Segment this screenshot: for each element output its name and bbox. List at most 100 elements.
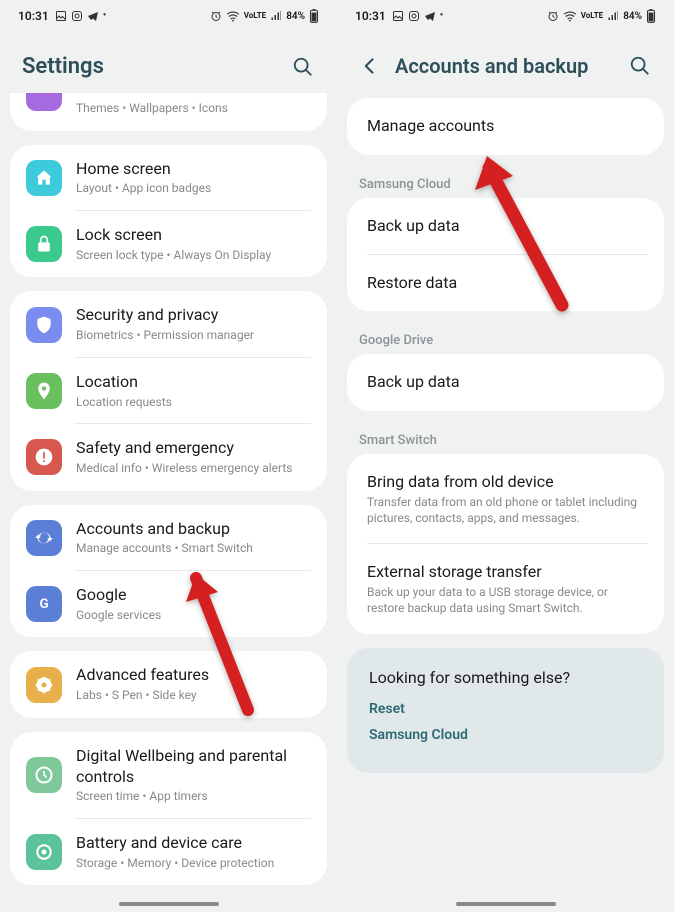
battery-percent: 84% xyxy=(623,11,642,22)
instagram-icon xyxy=(71,10,83,22)
item-title: Digital Wellbeing and parental controls xyxy=(76,746,311,788)
signal-icon xyxy=(270,10,282,22)
status-bar: 10:31 • VoLTE 84% xyxy=(0,0,337,32)
notification-icons: • xyxy=(55,10,115,22)
telegram-icon xyxy=(424,10,436,22)
battery-icon xyxy=(646,9,656,23)
wifi-icon xyxy=(226,10,240,22)
item-title: Location xyxy=(76,372,311,393)
search-icon xyxy=(292,56,314,78)
search-button[interactable] xyxy=(628,54,652,78)
item-title: External storage transfer xyxy=(367,562,644,583)
back-button[interactable] xyxy=(359,55,381,77)
settings-item-home-screen[interactable]: Home screen Layout • App icon badges xyxy=(10,145,327,211)
signal-icon xyxy=(607,10,619,22)
search-button[interactable] xyxy=(291,55,315,79)
section-card: Back up data Restore data xyxy=(347,198,664,312)
settings-group: Advanced features Labs • S Pen • Side ke… xyxy=(10,651,327,717)
accounts-backup-screen: 10:31 • VoLTE 84% Accounts and backup xyxy=(337,0,674,912)
section-label: Google Drive xyxy=(337,325,674,354)
item-restore-data[interactable]: Restore data xyxy=(347,255,664,312)
image-icon xyxy=(55,10,67,22)
tail-link-reset[interactable]: Reset xyxy=(369,701,642,717)
item-subtitle: Manage accounts • Smart Switch xyxy=(76,541,311,557)
telegram-icon xyxy=(87,10,99,22)
settings-group: Security and privacy Biometrics • Permis… xyxy=(10,291,327,490)
item-subtitle: Labs • S Pen • Side key xyxy=(76,688,311,704)
settings-item-themes[interactable]: Themes • Wallpapers • Icons xyxy=(10,93,327,131)
item-subtitle: Location requests xyxy=(76,395,311,411)
item-back-up-data[interactable]: Back up data xyxy=(347,198,664,255)
gear-badge-icon xyxy=(26,667,62,703)
page-title: Settings xyxy=(22,54,104,79)
item-back-up-data[interactable]: Back up data xyxy=(347,354,664,411)
item-subtitle: Storage • Memory • Device protection xyxy=(76,856,311,872)
shield-icon xyxy=(26,307,62,343)
item-title: Security and privacy xyxy=(76,305,311,326)
google-icon: G xyxy=(26,586,62,622)
settings-item-google[interactable]: G Google Google services xyxy=(10,571,327,637)
item-title: Bring data from old device xyxy=(367,472,644,493)
battery-icon xyxy=(309,9,319,23)
item-subtitle: Biometrics • Permission manager xyxy=(76,328,311,344)
settings-item-digital-wellbeing-and-parental-controls[interactable]: Digital Wellbeing and parental controls … xyxy=(10,732,327,819)
section-label: Samsung Cloud xyxy=(337,169,674,198)
alarm-icon xyxy=(210,10,222,22)
item-title: Safety and emergency xyxy=(76,438,311,459)
tail-link-samsung-cloud[interactable]: Samsung Cloud xyxy=(369,727,642,743)
settings-item-accounts-and-backup[interactable]: Accounts and backup Manage accounts • Sm… xyxy=(10,505,327,571)
item-title: Home screen xyxy=(76,159,311,180)
item-title: Back up data xyxy=(367,216,644,237)
svg-text:G: G xyxy=(39,597,48,612)
section-card: Back up data xyxy=(347,354,664,411)
battery-percent: 84% xyxy=(286,11,305,22)
settings-item-battery-and-device-care[interactable]: Battery and device care Storage • Memory… xyxy=(10,819,327,885)
item-title: Manage accounts xyxy=(367,116,644,137)
item-title: Accounts and backup xyxy=(76,519,311,540)
search-icon xyxy=(629,55,651,77)
item-title: Lock screen xyxy=(76,225,311,246)
settings-group: Themes • Wallpapers • Icons xyxy=(10,93,327,131)
item-title: Battery and device care xyxy=(76,833,311,854)
status-bar: 10:31 • VoLTE 84% xyxy=(337,0,674,32)
settings-item-lock-screen[interactable]: Lock screen Screen lock type • Always On… xyxy=(10,211,327,277)
status-time: 10:31 xyxy=(355,9,386,23)
settings-item-security-and-privacy[interactable]: Security and privacy Biometrics • Permis… xyxy=(10,291,327,357)
nav-handle[interactable] xyxy=(119,902,219,906)
palette-icon xyxy=(26,93,62,111)
item-title: Advanced features xyxy=(76,665,311,686)
item-title: Back up data xyxy=(367,372,644,393)
instagram-icon xyxy=(408,10,420,22)
settings-screen: 10:31 • VoLTE 84% Settings xyxy=(0,0,337,912)
section-card: Bring data from old device Transfer data… xyxy=(347,454,664,634)
volte-label: VoLTE xyxy=(581,12,603,20)
item-subtitle: Screen lock type • Always On Display xyxy=(76,248,311,264)
item-title: Google xyxy=(76,585,311,606)
wifi-icon xyxy=(563,10,577,22)
notification-icons: • xyxy=(392,10,452,22)
alert-icon xyxy=(26,439,62,475)
looking-for-card: Looking for something else? Reset Samsung… xyxy=(347,648,664,773)
manage-accounts-card: Manage accounts xyxy=(347,98,664,155)
item-subtitle: Google services xyxy=(76,608,311,624)
item-external-storage-transfer[interactable]: External storage transfer Back up your d… xyxy=(347,544,664,634)
section-label: Smart Switch xyxy=(337,425,674,454)
item-bring-data-from-old-device[interactable]: Bring data from old device Transfer data… xyxy=(347,454,664,544)
settings-group: Home screen Layout • App icon badges Loc… xyxy=(10,145,327,278)
item-subtitle: Medical info • Wireless emergency alerts xyxy=(76,461,311,477)
item-subtitle: Screen time • App timers xyxy=(76,789,311,805)
page-header: Accounts and backup xyxy=(337,32,674,98)
settings-item-location[interactable]: Location Location requests xyxy=(10,358,327,424)
tail-heading: Looking for something else? xyxy=(369,668,642,687)
pin-icon xyxy=(26,373,62,409)
item-manage-accounts[interactable]: Manage accounts xyxy=(347,98,664,155)
lock-icon xyxy=(26,226,62,262)
settings-group: Accounts and backup Manage accounts • Sm… xyxy=(10,505,327,638)
settings-item-safety-and-emergency[interactable]: Safety and emergency Medical info • Wire… xyxy=(10,424,327,490)
item-subtitle: Back up your data to a USB storage devic… xyxy=(367,585,644,616)
item-title: Restore data xyxy=(367,273,644,294)
nav-handle[interactable] xyxy=(456,902,556,906)
volte-label: VoLTE xyxy=(244,12,266,20)
care-icon xyxy=(26,834,62,870)
settings-item-advanced-features[interactable]: Advanced features Labs • S Pen • Side ke… xyxy=(10,651,327,717)
